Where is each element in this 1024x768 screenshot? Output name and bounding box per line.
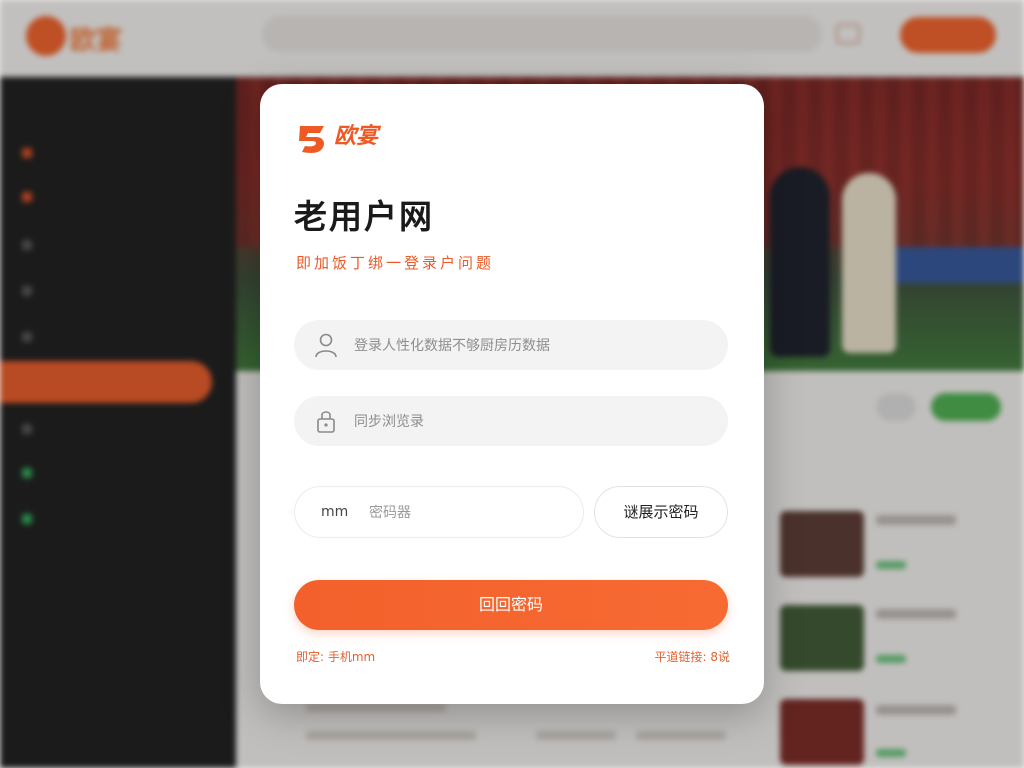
account-field[interactable]	[294, 320, 728, 372]
brand-logo: 欧宴	[294, 118, 424, 162]
password-input[interactable]	[352, 396, 706, 448]
verification-row: mm 谜展示密码	[294, 486, 728, 539]
show-code-button[interactable]: 谜展示密码	[594, 486, 728, 538]
logo-icon	[299, 126, 324, 153]
user-icon	[315, 333, 337, 358]
verification-input[interactable]	[367, 487, 571, 539]
account-input[interactable]	[352, 320, 706, 372]
verification-field[interactable]: mm	[294, 486, 584, 539]
submit-button[interactable]: 回回密码	[294, 580, 728, 630]
login-modal: 欧宴 老用户网 即加饭丁绑一登录户问题 mm 谜展示密码 回回密码 即定: 手机…	[260, 84, 764, 704]
modal-title: 老用户网	[294, 197, 434, 236]
lock-icon	[317, 411, 335, 433]
password-field[interactable]	[294, 396, 728, 448]
code-prefix: mm	[321, 504, 349, 520]
footer-right-link[interactable]: 平道链接: 8说	[655, 648, 731, 665]
modal-subtitle: 即加饭丁绑一登录户问题	[296, 254, 495, 272]
logo-text: 欧宴	[334, 124, 379, 149]
footer-left-link[interactable]: 即定: 手机mm	[296, 648, 375, 665]
